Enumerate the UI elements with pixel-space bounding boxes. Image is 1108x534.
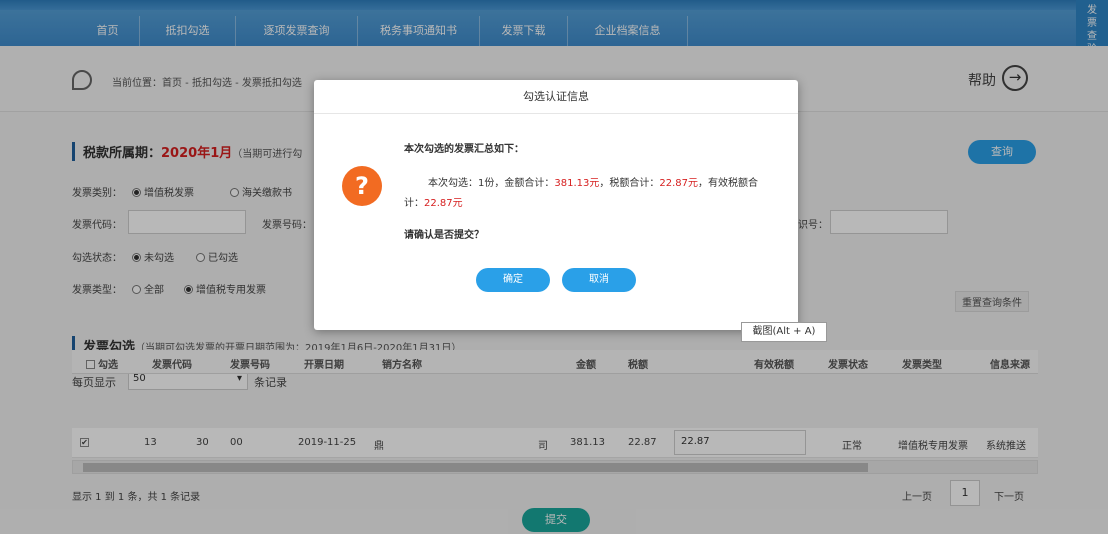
summary-count: 1份 (478, 178, 495, 189)
summary-valid: 22.87元 (424, 198, 463, 209)
question-icon: ? (342, 166, 382, 206)
dialog-title: 勾选认证信息 (314, 80, 798, 114)
dialog-confirm-question: 请确认是否提交？ (404, 230, 484, 241)
summary-amount-label: ，金额合计： (494, 178, 555, 189)
dialog-summary-line: 本次勾选：1份，金额合计：381.13元，税额合计：22.87元，有效税额合计：… (404, 174, 774, 214)
summary-tax: 22.87元 (659, 178, 699, 189)
summary-tax-label: ，税额合计： (599, 178, 660, 189)
screenshot-tooltip: 截图(Alt + A) (741, 322, 827, 342)
dialog-cancel-button[interactable]: 取消 (562, 268, 636, 292)
dialog-ok-button[interactable]: 确定 (476, 268, 550, 292)
dialog-summary-heading: 本次勾选的发票汇总如下： (404, 144, 524, 155)
summary-prefix: 本次勾选： (428, 178, 478, 189)
confirm-dialog: 勾选认证信息 ? 本次勾选的发票汇总如下： 本次勾选：1份，金额合计：381.1… (314, 80, 798, 330)
summary-amount: 381.13元 (554, 178, 600, 189)
